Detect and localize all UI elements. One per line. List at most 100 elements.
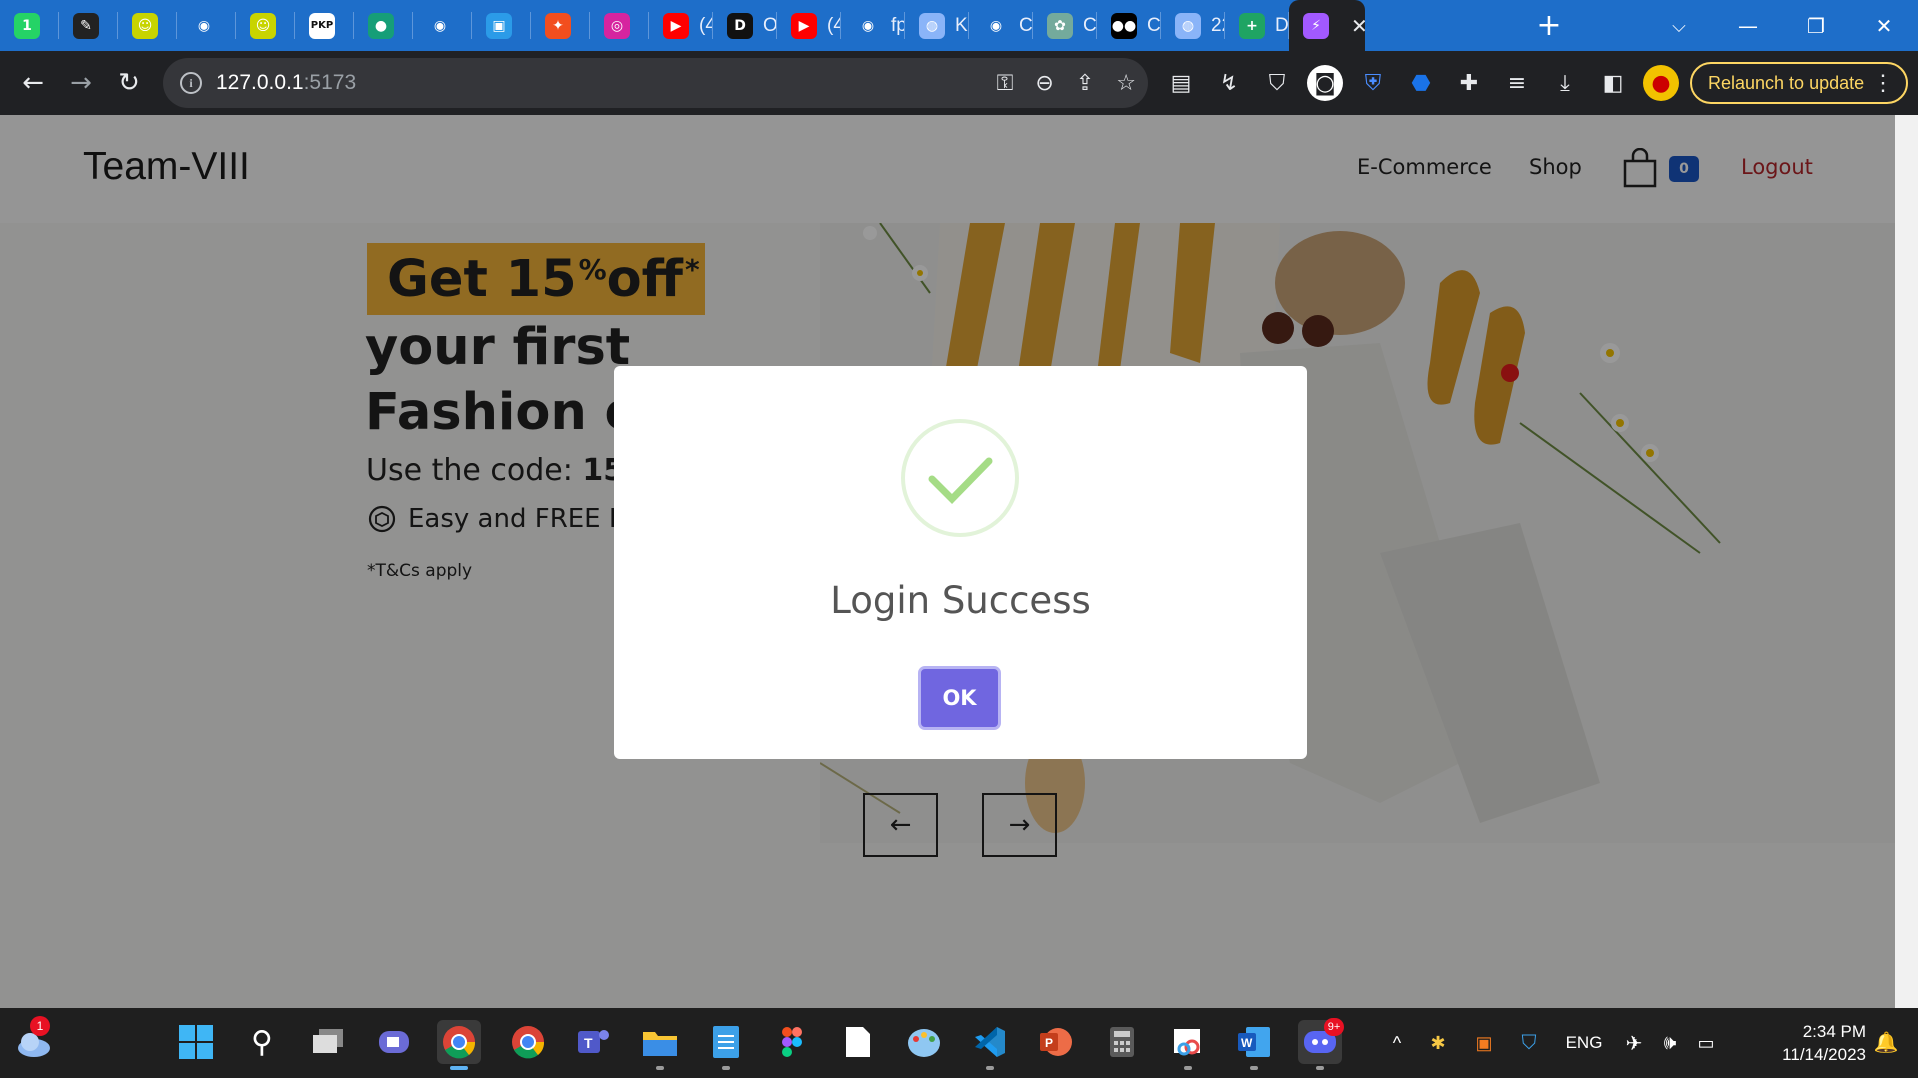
- tab-search-icon[interactable]: ⌵: [1660, 8, 1698, 44]
- svg-text:T: T: [584, 1035, 593, 1051]
- notification-bell-icon[interactable]: 🔔: [1866, 1030, 1906, 1056]
- browser-tab[interactable]: ⚡ ✕: [1289, 0, 1365, 51]
- airplane-mode-icon[interactable]: ✈: [1616, 1031, 1652, 1056]
- browser-tab[interactable]: ☺: [118, 0, 177, 51]
- language-indicator[interactable]: ENG: [1552, 1033, 1616, 1053]
- browser-tab[interactable]: 1: [0, 0, 59, 51]
- word-icon[interactable]: W: [1232, 1020, 1276, 1070]
- weather-cloud-icon[interactable]: 1: [12, 1016, 56, 1064]
- battery-icon[interactable]: ▭: [1688, 1033, 1724, 1054]
- bot-extension-icon[interactable]: ◙: [1307, 65, 1343, 101]
- document-extension-icon[interactable]: ▤: [1163, 65, 1199, 101]
- meet-video-icon[interactable]: [372, 1020, 416, 1064]
- security-shield-icon[interactable]: ⛉: [1506, 1032, 1552, 1055]
- share-icon[interactable]: ⇪: [1076, 71, 1094, 96]
- key-icon[interactable]: ⚿: [997, 71, 1014, 96]
- page-scrollbar[interactable]: [1895, 115, 1918, 1008]
- dialog-title: Login Success: [830, 579, 1091, 622]
- browser-tab[interactable]: ◉ Co: [969, 0, 1033, 51]
- task-view-icon[interactable]: [306, 1020, 350, 1064]
- browser-tab[interactable]: ●● Ca: [1097, 0, 1161, 51]
- paint-icon[interactable]: [902, 1020, 946, 1064]
- reload-icon[interactable]: ↻: [107, 61, 151, 105]
- restore-icon[interactable]: ❐: [1782, 0, 1850, 51]
- teams-icon[interactable]: T: [572, 1020, 616, 1064]
- discord-notification-badge: 9+: [1324, 1018, 1344, 1036]
- calculator-icon[interactable]: [1100, 1020, 1144, 1064]
- shield-extension-icon[interactable]: ⛉: [1259, 65, 1295, 101]
- back-icon[interactable]: ←: [11, 61, 55, 105]
- site-info-icon[interactable]: i: [180, 72, 202, 94]
- window-controls: — ❐ ✕: [1714, 0, 1918, 51]
- browser-tab[interactable]: ●: [354, 0, 413, 51]
- browser-tab[interactable]: ◍ Ko: [905, 0, 969, 51]
- windows-start-icon[interactable]: [174, 1020, 218, 1064]
- relaunch-update-button[interactable]: Relaunch to update ⋮: [1690, 62, 1908, 104]
- system-clock[interactable]: 2:34 PM 11/14/2023: [1756, 1020, 1866, 1066]
- tray-java-icon[interactable]: ▣: [1462, 1033, 1506, 1054]
- reading-list-icon[interactable]: ≡: [1499, 65, 1535, 101]
- youtube-icon: ▶: [663, 12, 689, 39]
- minimize-icon[interactable]: —: [1714, 0, 1782, 51]
- d-icon: D: [727, 12, 753, 39]
- browser-tab[interactable]: ✦: [531, 0, 590, 51]
- instagram-icon: ◎: [604, 12, 630, 39]
- new-tab-button[interactable]: +: [1530, 6, 1568, 44]
- profile-avatar[interactable]: ●: [1643, 65, 1679, 101]
- chatgpt-icon: ✿: [1047, 12, 1073, 39]
- discord-icon[interactable]: 9+: [1298, 1018, 1344, 1070]
- zoom-icon[interactable]: ⊖: [1035, 71, 1053, 96]
- chrome-profile-taskbar-icon[interactable]: [506, 1020, 550, 1064]
- notepad-icon[interactable]: [704, 1020, 748, 1070]
- browser-tab[interactable]: PKP: [295, 0, 354, 51]
- side-panel-icon[interactable]: ◧: [1595, 65, 1631, 101]
- browser-tab[interactable]: ◉: [177, 0, 236, 51]
- browser-tab[interactable]: ▶ (4): [777, 0, 841, 51]
- close-window-icon[interactable]: ✕: [1850, 0, 1918, 51]
- forward-icon[interactable]: →: [59, 61, 103, 105]
- figma-taskbar-icon[interactable]: [770, 1020, 814, 1064]
- address-bar[interactable]: i 127.0.0.1:5173 ⚿ ⊖ ⇪ ☆: [163, 58, 1148, 108]
- url-text[interactable]: 127.0.0.1:5173: [216, 71, 356, 95]
- bookmark-star-icon[interactable]: ☆: [1116, 71, 1136, 96]
- pen-icon: ✎: [73, 12, 99, 39]
- clock-time: 2:34 PM: [1802, 1022, 1866, 1041]
- figma-icon: ✦: [545, 12, 571, 39]
- close-tab-icon[interactable]: ✕: [1351, 14, 1365, 38]
- browser-tab[interactable]: ✿ Ch: [1033, 0, 1097, 51]
- powerpoint-icon[interactable]: P: [1034, 1020, 1078, 1064]
- bitwarden-extension-icon[interactable]: ⛨: [1355, 65, 1391, 101]
- browser-tab[interactable]: + Da: [1225, 0, 1289, 51]
- browser-tab[interactable]: ◎: [590, 0, 649, 51]
- browser-tab[interactable]: D Or: [713, 0, 777, 51]
- browser-tab[interactable]: ◉ fp: [841, 0, 905, 51]
- translate-extension-icon[interactable]: ↯: [1211, 65, 1247, 101]
- ok-button[interactable]: OK: [918, 666, 1001, 730]
- volume-icon[interactable]: 🕪: [1652, 1032, 1688, 1055]
- vscode-icon[interactable]: [968, 1020, 1012, 1070]
- show-hidden-icons-chevron[interactable]: ^: [1380, 1033, 1414, 1054]
- c-extension-icon[interactable]: ⬣: [1403, 65, 1439, 101]
- youtube-icon: ▶: [791, 12, 817, 39]
- github-icon: ◉: [191, 12, 217, 39]
- tab-title: fp: [891, 14, 905, 36]
- browser-tab[interactable]: ◉: [413, 0, 472, 51]
- tab-title: Co: [1019, 14, 1033, 36]
- extensions-puzzle-icon[interactable]: ✚: [1451, 65, 1487, 101]
- snipping-tool-icon[interactable]: [1166, 1020, 1210, 1070]
- chrome-taskbar-icon[interactable]: [437, 1020, 481, 1070]
- tray-app-icon[interactable]: ✱: [1414, 1033, 1462, 1054]
- file-explorer-icon[interactable]: [638, 1020, 682, 1070]
- browser-tab[interactable]: ▣: [472, 0, 531, 51]
- plus-green-icon: +: [1239, 12, 1265, 39]
- download-icon[interactable]: ⤓: [1547, 65, 1583, 101]
- browser-tab[interactable]: ◍ 22: [1161, 0, 1225, 51]
- browser-toolbar: ← → ↻ i 127.0.0.1:5173 ⚿ ⊖ ⇪ ☆ ▤ ↯ ⛉ ◙ ⛨…: [0, 51, 1918, 115]
- globe-icon: ◍: [1175, 12, 1201, 39]
- menu-dots-icon[interactable]: ⋮: [1872, 70, 1894, 96]
- browser-tab[interactable]: ▶ (4): [649, 0, 713, 51]
- blank-document-icon[interactable]: [836, 1020, 880, 1064]
- search-icon[interactable]: ⚲: [240, 1020, 284, 1064]
- browser-tab[interactable]: ☺: [236, 0, 295, 51]
- browser-tab[interactable]: ✎: [59, 0, 118, 51]
